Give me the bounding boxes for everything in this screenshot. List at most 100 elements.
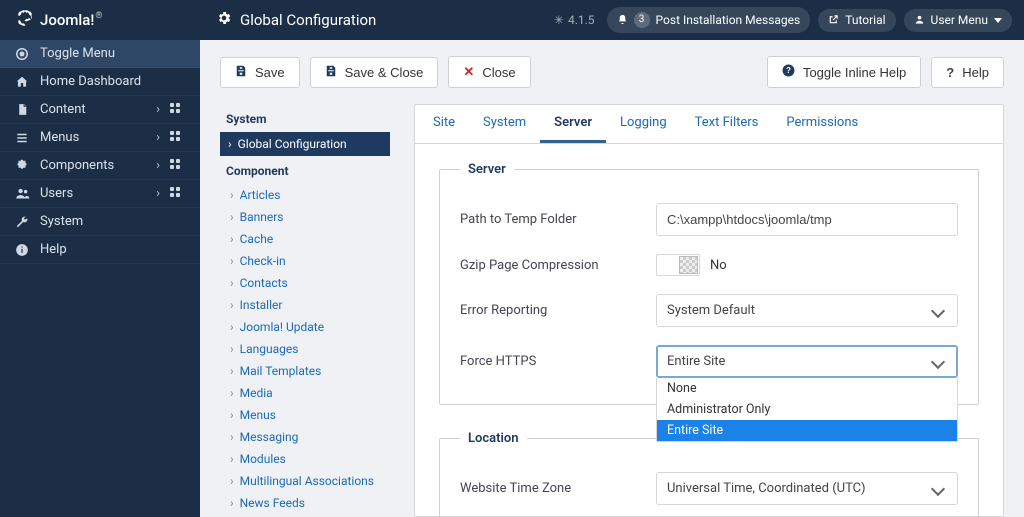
sidebar-item-label: Menus (40, 130, 146, 145)
save-close-label: Save & Close (345, 65, 424, 80)
sidebar-item-system[interactable]: System (0, 208, 200, 236)
chevron-right-icon: › (230, 232, 234, 246)
sidebar-item-help[interactable]: Help (0, 236, 200, 264)
subnav-item-multilingual-associations[interactable]: ›Multilingual Associations (220, 470, 390, 492)
sidebar-item-label: Toggle Menu (40, 46, 188, 61)
subnav-item-articles[interactable]: ›Articles (220, 184, 390, 206)
brand[interactable]: Joomla!® (0, 0, 200, 40)
subnav-item-media[interactable]: ›Media (220, 382, 390, 404)
chevron-right-icon: › (230, 408, 234, 422)
tab-logging[interactable]: Logging (606, 105, 681, 143)
toggle-inline-help-button[interactable]: ? Toggle Inline Help (767, 56, 921, 88)
subnav-system-heading: System (226, 112, 390, 126)
select-timezone[interactable]: Universal Time, Coordinated (UTC) (656, 472, 958, 505)
chevron-right-icon: › (230, 298, 234, 312)
subnav-item-check-in[interactable]: ›Check-in (220, 250, 390, 272)
subnav-item-joomla-update[interactable]: ›Joomla! Update (220, 316, 390, 338)
sidebar-item-menus[interactable]: Menus › (0, 124, 200, 152)
chevron-right-icon: › (230, 210, 234, 224)
user-menu-button[interactable]: User Menu (904, 9, 1012, 32)
topbar: Joomla!® Global Configuration ✳ 4.1.5 3 … (0, 0, 1024, 40)
subnav-item-label: Contacts (240, 276, 288, 290)
label-temp-path: Path to Temp Folder (460, 212, 640, 227)
dashboard-icon[interactable] (170, 187, 188, 201)
subnav-item-label: Installer (240, 298, 283, 312)
row-temp-path: Path to Temp Folder (460, 203, 958, 236)
page-title-text: Global Configuration (240, 11, 376, 29)
subnav-active-global-config[interactable]: › Global Configuration (220, 132, 390, 156)
subnav-item-label: Media (240, 386, 273, 400)
chevron-down-icon (931, 481, 945, 495)
tab-server[interactable]: Server (540, 105, 606, 143)
select-timezone-value: Universal Time, Coordinated (UTC) (667, 481, 866, 496)
home-icon (14, 75, 30, 89)
help-label: Help (962, 65, 989, 80)
user-icon (914, 14, 925, 27)
tutorial-label: Tutorial (845, 14, 885, 26)
page-title: Global Configuration (200, 10, 554, 30)
chevron-right-icon: › (156, 102, 160, 117)
close-button[interactable]: ✕ Close (448, 56, 530, 88)
chevron-right-icon: › (156, 130, 160, 145)
subnav-item-contacts[interactable]: ›Contacts (220, 272, 390, 294)
tab-site[interactable]: Site (419, 105, 469, 143)
subnav-item-news-feeds[interactable]: ›News Feeds (220, 492, 390, 514)
sidebar-item-home-dashboard[interactable]: Home Dashboard (0, 68, 200, 96)
wrench-icon (14, 215, 30, 229)
save-button[interactable]: Save (220, 57, 300, 88)
sidebar-item-content[interactable]: Content› (0, 96, 200, 124)
tab-permissions[interactable]: Permissions (772, 105, 872, 143)
svg-text:?: ? (786, 66, 791, 75)
tutorial-button[interactable]: Tutorial (818, 9, 895, 32)
toggle-gzip-value: No (710, 258, 727, 273)
toggle-icon (14, 47, 30, 61)
subnav-item-languages[interactable]: ›Languages (220, 338, 390, 360)
option-administrator-only[interactable]: Administrator Only (657, 399, 957, 420)
save-label: Save (255, 65, 285, 80)
chevron-right-icon: › (230, 452, 234, 466)
option-none[interactable]: None (657, 378, 957, 399)
subnav-item-cache[interactable]: ›Cache (220, 228, 390, 250)
chevron-right-icon: › (156, 158, 160, 173)
puzzle-icon (14, 159, 30, 173)
subnav-item-label: Multilingual Associations (240, 474, 374, 488)
select-error-reporting[interactable]: System Default (656, 294, 958, 327)
dashboard-icon[interactable] (170, 103, 188, 117)
toggle-gzip[interactable]: No (656, 254, 958, 276)
external-link-icon (828, 14, 839, 27)
post-install-messages-button[interactable]: 3 Post Installation Messages (607, 7, 811, 33)
input-temp-path[interactable] (656, 203, 958, 236)
joomla-logo-icon (16, 9, 34, 31)
sidebar-item-label: Home Dashboard (40, 74, 188, 89)
subnav: System › Global Configuration Component … (220, 104, 390, 517)
select-force-https[interactable]: Entire Site (656, 345, 958, 378)
subnav-item-banners[interactable]: ›Banners (220, 206, 390, 228)
dashboard-icon[interactable] (170, 131, 188, 145)
subnav-item-installer[interactable]: › Installer (220, 294, 390, 316)
subnav-item-mail-templates[interactable]: ›Mail Templates (220, 360, 390, 382)
dashboard-icon[interactable] (170, 159, 188, 173)
info-icon (14, 243, 30, 257)
subnav-item-modules[interactable]: ›Modules (220, 448, 390, 470)
messages-count: 3 (634, 12, 650, 28)
sidebar-item-components[interactable]: Components› (0, 152, 200, 180)
help-button[interactable]: ? Help (931, 57, 1004, 88)
subnav-item-label: Joomla! Update (240, 320, 324, 334)
option-entire-site[interactable]: Entire Site (657, 420, 957, 441)
select-https-value: Entire Site (667, 354, 725, 369)
sidebar: Toggle MenuHome DashboardContent›Menus›C… (0, 40, 200, 517)
tab-system[interactable]: System (469, 105, 540, 143)
joomla-mark-icon: ✳ (554, 13, 564, 27)
sidebar-item-users[interactable]: Users› (0, 180, 200, 208)
row-error-reporting: Error Reporting System Default (460, 294, 958, 327)
save-close-button[interactable]: Save & Close (310, 57, 439, 88)
location-fieldset: Location Website Time Zone Universal Tim… (439, 431, 979, 516)
subnav-item-label: News Feeds (240, 496, 305, 510)
subnav-item-label: Articles (240, 188, 281, 202)
chevron-right-icon: › (230, 364, 234, 378)
subnav-item-messaging[interactable]: ›Messaging (220, 426, 390, 448)
subnav-item-menus[interactable]: ›Menus (220, 404, 390, 426)
tab-text-filters[interactable]: Text Filters (681, 105, 773, 143)
close-label: Close (482, 65, 515, 80)
sidebar-item-toggle-menu[interactable]: Toggle Menu (0, 40, 200, 68)
